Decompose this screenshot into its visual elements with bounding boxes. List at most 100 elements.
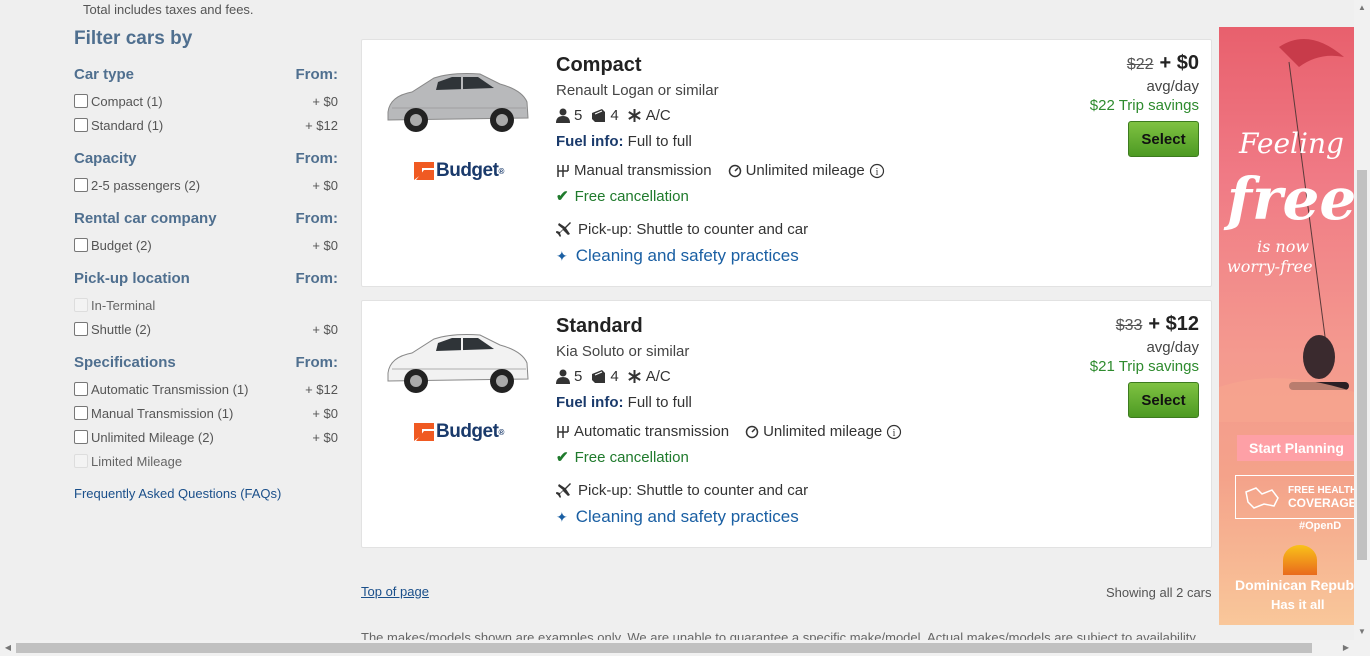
car-specs: 5 4 A/C [556,107,905,124]
cleaning-label[interactable]: Cleaning and safety practices [576,507,799,527]
filter-checkbox[interactable] [74,430,88,444]
bag-count: 4 [610,107,619,124]
disclaimer: The makes/models shown are examples only… [361,630,1199,640]
ad-line-2: free [1227,165,1354,233]
results-count: Showing all 2 cars [1106,585,1212,600]
budget-logo-icon [414,162,434,180]
free-cancellation: ✔ Free cancellation [556,187,905,206]
scroll-down-arrow-icon[interactable]: ▼ [1354,624,1370,640]
vertical-scrollbar[interactable]: ▲ ▼ [1354,0,1370,640]
airplane-icon [556,482,571,498]
filter-from-label: From: [295,354,339,371]
cleaning-practices-link[interactable]: ✦ Cleaning and safety practices [556,507,922,527]
passenger-count: 5 [574,368,583,385]
sparkle-icon: ✦ [556,508,568,525]
filter-checkbox[interactable] [74,238,88,252]
car-category: Standard [556,315,643,337]
budget-logo-icon [414,423,434,441]
filter-checkbox[interactable] [74,382,88,396]
ad-line-4: worry-free [1227,257,1313,276]
filter-option[interactable]: Unlimited Mileage (2) + $0 [74,425,338,449]
budget-logo-text: Budget [436,160,499,181]
filter-option[interactable]: 2-5 passengers (2) + $0 [74,173,338,197]
car-result-card: Budget ® Standard Kia Soluto or similar 5… [361,300,1212,548]
filter-checkbox[interactable] [74,118,88,132]
filter-option-label[interactable]: Compact (1) [74,94,163,109]
fuel-value: Full to full [627,394,692,411]
original-price: $22 [1126,56,1154,73]
filter-option[interactable]: Budget (2) + $0 [74,233,338,257]
cleaning-label[interactable]: Cleaning and safety practices [576,246,799,266]
checkmark-icon: ✔ [556,449,569,466]
select-button[interactable]: Select [1128,382,1199,418]
scroll-left-arrow-icon[interactable]: ◀ [0,640,16,656]
filter-checkbox[interactable] [74,406,88,420]
gearshift-icon [557,164,569,177]
horizontal-scrollbar[interactable]: ◀ ▶ [0,640,1370,656]
scroll-right-arrow-icon[interactable]: ▶ [1338,640,1354,656]
ac-spec: A/C [627,368,671,385]
ad-line-1: Feeling [1239,127,1344,160]
filter-group-label: Specifications [74,354,176,371]
scroll-up-arrow-icon[interactable]: ▲ [1354,0,1370,16]
top-of-page-link[interactable]: Top of page [361,584,429,599]
filter-group-label: Capacity [74,150,137,167]
filter-checkbox[interactable] [74,322,88,336]
transmission-feature: Manual transmission [556,162,712,179]
filter-option-text: Budget (2) [91,237,152,253]
filter-checkbox[interactable] [74,94,88,108]
ad-brand-line-1: Dominican Republ [1235,577,1354,593]
ac-label: A/C [645,368,671,385]
passenger-spec: 5 [556,368,582,385]
fuel-value: Full to full [627,133,692,150]
advertisement-banner[interactable]: Feeling free is now worry-free Start Pla… [1219,27,1354,625]
filter-option[interactable]: Shuttle (2) + $0 [74,317,338,341]
filter-option-label[interactable]: Budget (2) [74,238,152,253]
filter-option[interactable]: Standard (1) + $12 [74,113,338,137]
filter-option-label[interactable]: Automatic Transmission (1) [74,382,249,397]
car-specs: 5 4 A/C [556,368,922,385]
info-icon[interactable]: i [886,424,902,440]
snowflake-icon [627,370,641,383]
filter-option-text: Automatic Transmission (1) [91,381,249,397]
filter-option-text: Limited Mileage [91,453,183,469]
filter-group-header: Specifications From: [74,354,338,371]
cleaning-practices-link[interactable]: ✦ Cleaning and safety practices [556,246,905,266]
price-difference: + $12 [1148,313,1199,335]
filter-option-label[interactable]: Manual Transmission (1) [74,406,233,421]
filter-option[interactable]: Automatic Transmission (1) + $12 [74,377,338,401]
select-button[interactable]: Select [1128,121,1199,157]
filter-group-header: Capacity From: [74,150,338,167]
filter-group: Specifications From: Automatic Transmiss… [74,354,338,473]
checkmark-icon: ✔ [556,188,569,205]
cancellation-label: Free cancellation [574,448,689,466]
filter-option-label[interactable]: 2-5 passengers (2) [74,178,200,193]
filter-option-price: + $12 [305,381,338,397]
filter-option-label[interactable]: Shuttle (2) [74,322,151,337]
filter-checkbox [74,298,88,312]
svg-text:i: i [893,428,896,439]
filter-option-price: + $0 [312,177,338,193]
filter-option-label[interactable]: Unlimited Mileage (2) [74,430,214,445]
fuel-label: Fuel info: [556,394,624,411]
filter-checkbox[interactable] [74,178,88,192]
filter-option-text: In-Terminal [91,297,156,313]
info-icon[interactable]: i [869,163,885,179]
car-image [387,334,529,393]
filter-option[interactable]: Compact (1) + $0 [74,89,338,113]
filter-option-label[interactable]: Standard (1) [74,118,163,133]
transmission-feature: Automatic transmission [556,423,729,440]
filter-option-label: In-Terminal [74,298,155,313]
ad-line-3: is now [1257,237,1310,256]
horizontal-scroll-thumb[interactable] [16,643,1312,653]
filter-option[interactable]: Manual Transmission (1) + $0 [74,401,338,425]
airplane-icon [556,221,571,237]
ad-background-art [1219,39,1354,422]
price-difference: + $0 [1159,52,1199,74]
vertical-scroll-thumb[interactable] [1357,170,1367,560]
filter-option-price: + $12 [305,117,338,133]
ad-cta-button[interactable]: Start Planning [1237,435,1354,461]
price-block: $22 + $0 avg/day $22 Trip savings [1090,52,1199,114]
sun-logo-icon [1283,545,1317,575]
faq-link[interactable]: Frequently Asked Questions (FAQs) [74,486,338,501]
